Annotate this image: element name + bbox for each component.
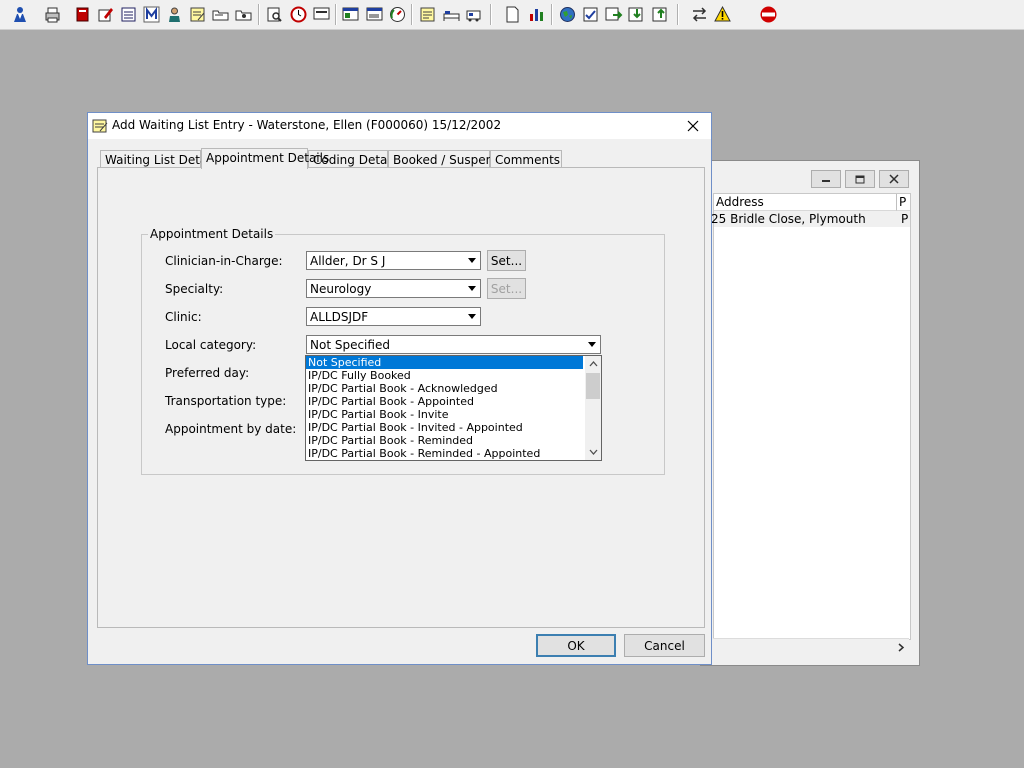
local-category-label: Local category: [165, 338, 257, 352]
dropdown-option[interactable]: IP/DC Partial Book - Acknowledged [306, 382, 583, 395]
clinician-label: Clinician-in-Charge: [165, 254, 283, 268]
user-icon[interactable] [11, 5, 30, 24]
tab-booked-suspend[interactable]: Booked / Suspend [388, 150, 501, 168]
person-icon[interactable] [165, 5, 184, 24]
clinician-set-button[interactable]: Set... [487, 250, 526, 271]
dropdown-option[interactable]: IP/DC Partial Book - Reminded - Appointe… [306, 447, 583, 460]
chevron-down-icon[interactable] [464, 253, 479, 268]
transportation-type-label: Transportation type: [165, 394, 287, 408]
transfer-icon[interactable] [604, 5, 623, 24]
table-row[interactable]: 25 Bridle Close, Plymouth P [711, 211, 910, 227]
gauge-icon[interactable] [388, 5, 407, 24]
clinician-value: Allder, Dr S J [310, 254, 386, 268]
exit-icon[interactable] [759, 5, 778, 24]
globe-icon[interactable] [558, 5, 577, 24]
horizontal-scrollbar[interactable] [713, 638, 909, 656]
local-category-value: Not Specified [310, 338, 390, 352]
group-title: Appointment Details [148, 227, 276, 241]
dropdown-option[interactable]: IP/DC Fully Booked [306, 369, 583, 382]
background-window-titlebar [701, 161, 919, 195]
column-header-address[interactable]: Address [714, 194, 897, 211]
preferred-day-label: Preferred day: [165, 366, 250, 380]
tab-appointment-details[interactable]: Appointment Details [201, 148, 329, 169]
appointment-by-date-label: Appointment by date: [165, 422, 297, 436]
screen-icon[interactable] [312, 5, 331, 24]
chevron-down-icon[interactable] [584, 337, 599, 352]
row-address: 25 Bridle Close, Plymouth [711, 212, 866, 226]
clinic-label: Clinic: [165, 310, 202, 324]
swap-icon[interactable] [690, 5, 709, 24]
notepad-icon[interactable] [418, 5, 437, 24]
dropdown-option[interactable]: IP/DC Partial Book - Appointed [306, 395, 583, 408]
close-icon[interactable] [681, 116, 705, 136]
ok-button[interactable]: OK [536, 634, 616, 657]
scrollbar-thumb[interactable] [586, 373, 600, 399]
specialty-label: Specialty: [165, 282, 224, 296]
dropdown-option[interactable]: IP/DC Partial Book - Invited - Appointed [306, 421, 583, 434]
chevron-up-icon[interactable] [585, 356, 601, 372]
chevron-down-icon[interactable] [464, 281, 479, 296]
close-button[interactable] [879, 170, 909, 188]
window-icon[interactable] [341, 5, 360, 24]
main-toolbar [0, 0, 1024, 30]
list-icon[interactable] [119, 5, 138, 24]
minimize-button[interactable] [811, 170, 841, 188]
clinic-select[interactable]: ALLDSJDF [306, 307, 481, 326]
m-icon[interactable] [142, 5, 161, 24]
document-icon[interactable] [503, 5, 522, 24]
bed-icon[interactable] [442, 5, 461, 24]
local-category-select[interactable]: Not Specified [306, 335, 601, 354]
folder-icon[interactable] [211, 5, 230, 24]
chevron-down-icon[interactable] [585, 444, 601, 460]
ambulance-icon[interactable] [465, 5, 484, 24]
search-doc-icon[interactable] [265, 5, 284, 24]
local-category-dropdown[interactable]: Not Specified IP/DC Fully Booked IP/DC P… [305, 355, 602, 461]
tab-comments[interactable]: Comments [490, 150, 562, 168]
dropdown-option[interactable]: Not Specified [306, 356, 583, 369]
background-window: Address P 25 Bridle Close, Plymouth P [700, 160, 920, 666]
clinician-select[interactable]: Allder, Dr S J [306, 251, 481, 270]
check-form-icon[interactable] [581, 5, 600, 24]
chart-window-icon[interactable] [365, 5, 384, 24]
outbox-icon[interactable] [651, 5, 670, 24]
edit-book-icon[interactable] [96, 5, 115, 24]
dialog-titlebar: Add Waiting List Entry - Waterstone, Ell… [88, 113, 711, 139]
book-icon[interactable] [73, 5, 92, 24]
warning-icon[interactable] [713, 5, 732, 24]
chevron-right-icon[interactable] [897, 643, 905, 652]
folder2-icon[interactable] [234, 5, 253, 24]
chevron-down-icon[interactable] [464, 309, 479, 324]
inbox-icon[interactable] [627, 5, 646, 24]
row-p: P [901, 212, 909, 226]
appointment-details-page: Appointment Details Clinician-in-Charge:… [97, 167, 705, 628]
specialty-set-button[interactable]: Set... [487, 278, 526, 299]
bar-chart-icon[interactable] [527, 5, 546, 24]
clock-icon[interactable] [289, 5, 308, 24]
cancel-button[interactable]: Cancel [624, 634, 705, 657]
clinic-value: ALLDSJDF [310, 310, 369, 324]
dialog-title: Add Waiting List Entry - Waterstone, Ell… [112, 118, 502, 132]
add-waiting-list-dialog: Add Waiting List Entry - Waterstone, Ell… [87, 112, 712, 665]
patient-list: Address P 25 Bridle Close, Plymouth P [711, 193, 911, 640]
notepad-icon [92, 119, 108, 133]
notes-icon[interactable] [188, 5, 207, 24]
tab-waiting-list-details[interactable]: Waiting List Details [100, 150, 220, 168]
restore-button[interactable] [845, 170, 875, 188]
print-icon[interactable] [43, 5, 62, 24]
specialty-value: Neurology [310, 282, 372, 296]
specialty-select[interactable]: Neurology [306, 279, 481, 298]
column-header-p[interactable]: P [897, 194, 910, 211]
dropdown-option[interactable]: IP/DC Partial Book - Reminded [306, 434, 583, 447]
dropdown-option[interactable]: IP/DC Partial Book - Invite [306, 408, 583, 421]
dropdown-scrollbar[interactable] [585, 356, 601, 460]
